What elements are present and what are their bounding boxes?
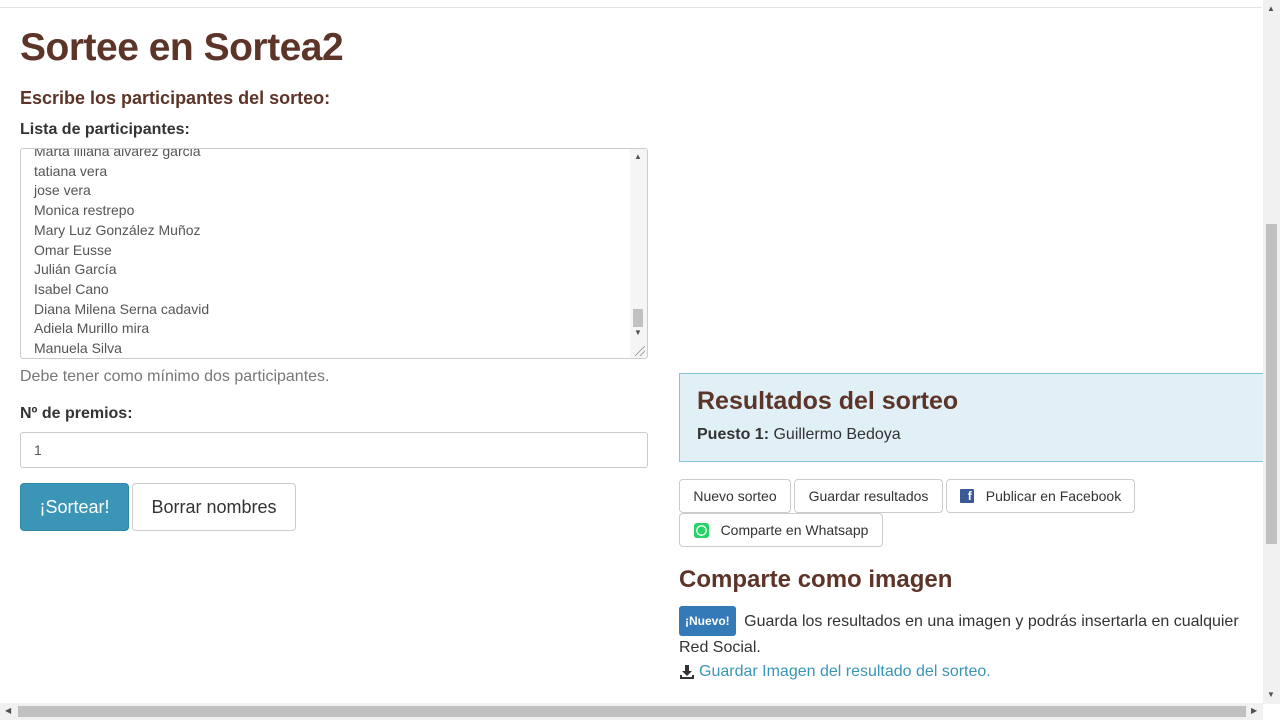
page-title: Sortee en Sortea2 [20, 26, 344, 69]
draw-button[interactable]: ¡Sortear! [20, 483, 129, 531]
new-draw-button[interactable]: Nuevo sorteo [679, 479, 791, 513]
page-horizontal-scrollbar[interactable]: ◀ ▶ [0, 703, 1263, 720]
save-image-link-label: Guardar Imagen del resultado del sorteo. [699, 663, 991, 680]
save-results-button[interactable]: Guardar resultados [794, 479, 943, 513]
participant-line: Manuela Silva [34, 340, 122, 357]
resize-grip-icon[interactable] [635, 346, 645, 356]
page-vertical-scroll-thumb[interactable] [1266, 224, 1277, 544]
participant-line: Adiela Murillo mira [34, 320, 150, 337]
participants-textarea[interactable]: Marta lillana alvarez garcia tatiana vera… [20, 148, 648, 359]
participants-scroll-thumb[interactable] [633, 309, 643, 327]
participant-line: Marta lillana alvarez garcia [34, 148, 201, 159]
prizes-label: Nº de premios: [20, 405, 133, 422]
participant-line: Monica restrepo [34, 202, 135, 219]
page-subtitle: Escribe los participantes del sorteo: [20, 88, 331, 108]
share-image-description: ¡Nuevo! Guarda los resultados en una ima… [679, 606, 1269, 660]
whatsapp-share-label: Comparte en Whatsapp [720, 522, 869, 538]
page-horizontal-scroll-thumb[interactable] [18, 706, 1246, 717]
participants-scrollbar[interactable]: ▲ ▼ [630, 149, 647, 358]
download-icon [680, 665, 694, 679]
results-title: Resultados del sorteo [697, 387, 959, 415]
facebook-share-button[interactable]: f Publicar en Facebook [946, 479, 1135, 513]
participant-line: Julián García [34, 261, 117, 278]
save-image-link[interactable]: Guardar Imagen del resultado del sorteo. [679, 663, 991, 681]
participant-line: tatiana vera [34, 162, 108, 179]
participant-line: jose vera [34, 182, 91, 199]
page-scroll-right-icon[interactable]: ▶ [1251, 706, 1257, 715]
participant-line: Omar Eusse [34, 241, 112, 258]
results-panel: Resultados del sorteo Puesto 1: Guillerm… [679, 373, 1269, 462]
whatsapp-share-button[interactable]: Comparte en Whatsapp [679, 513, 883, 547]
facebook-share-label: Publicar en Facebook [985, 488, 1122, 504]
result-position-1: Puesto 1: Guillermo Bedoya [697, 426, 901, 444]
scroll-down-icon[interactable]: ▼ [634, 328, 642, 337]
participant-line: Isabel Cano [34, 280, 109, 297]
page-scroll-down-icon[interactable]: ▼ [1267, 690, 1275, 699]
prizes-input[interactable]: 1 [20, 432, 648, 468]
participant-line: Diana Milena Serna cadavid [34, 300, 210, 317]
whatsapp-icon [693, 522, 709, 538]
scroll-up-icon[interactable]: ▲ [634, 152, 642, 161]
page-vertical-scrollbar[interactable]: ▲ ▼ [1263, 0, 1280, 704]
share-image-title: Comparte como imagen [679, 566, 953, 593]
page-scroll-up-icon[interactable]: ▲ [1267, 4, 1275, 13]
top-divider [0, 0, 1262, 8]
clear-names-button[interactable]: Borrar nombres [132, 483, 296, 531]
participants-list: Marta lillana alvarez garcia tatiana vera… [34, 148, 210, 358]
participants-label: Lista de participantes: [20, 121, 190, 138]
facebook-icon: f [959, 489, 974, 503]
share-image-text: Guarda los resultados en una imagen y po… [679, 613, 1239, 656]
page-scroll-left-icon[interactable]: ◀ [5, 706, 11, 715]
participant-line: Mary Luz González Muñoz [34, 221, 201, 238]
participants-help-text: Debe tener como mínimo dos participantes… [20, 368, 330, 385]
new-badge: ¡Nuevo! [679, 606, 736, 636]
position-label: Puesto 1: [697, 426, 770, 443]
winner-name: Guillermo Bedoya [773, 426, 901, 443]
